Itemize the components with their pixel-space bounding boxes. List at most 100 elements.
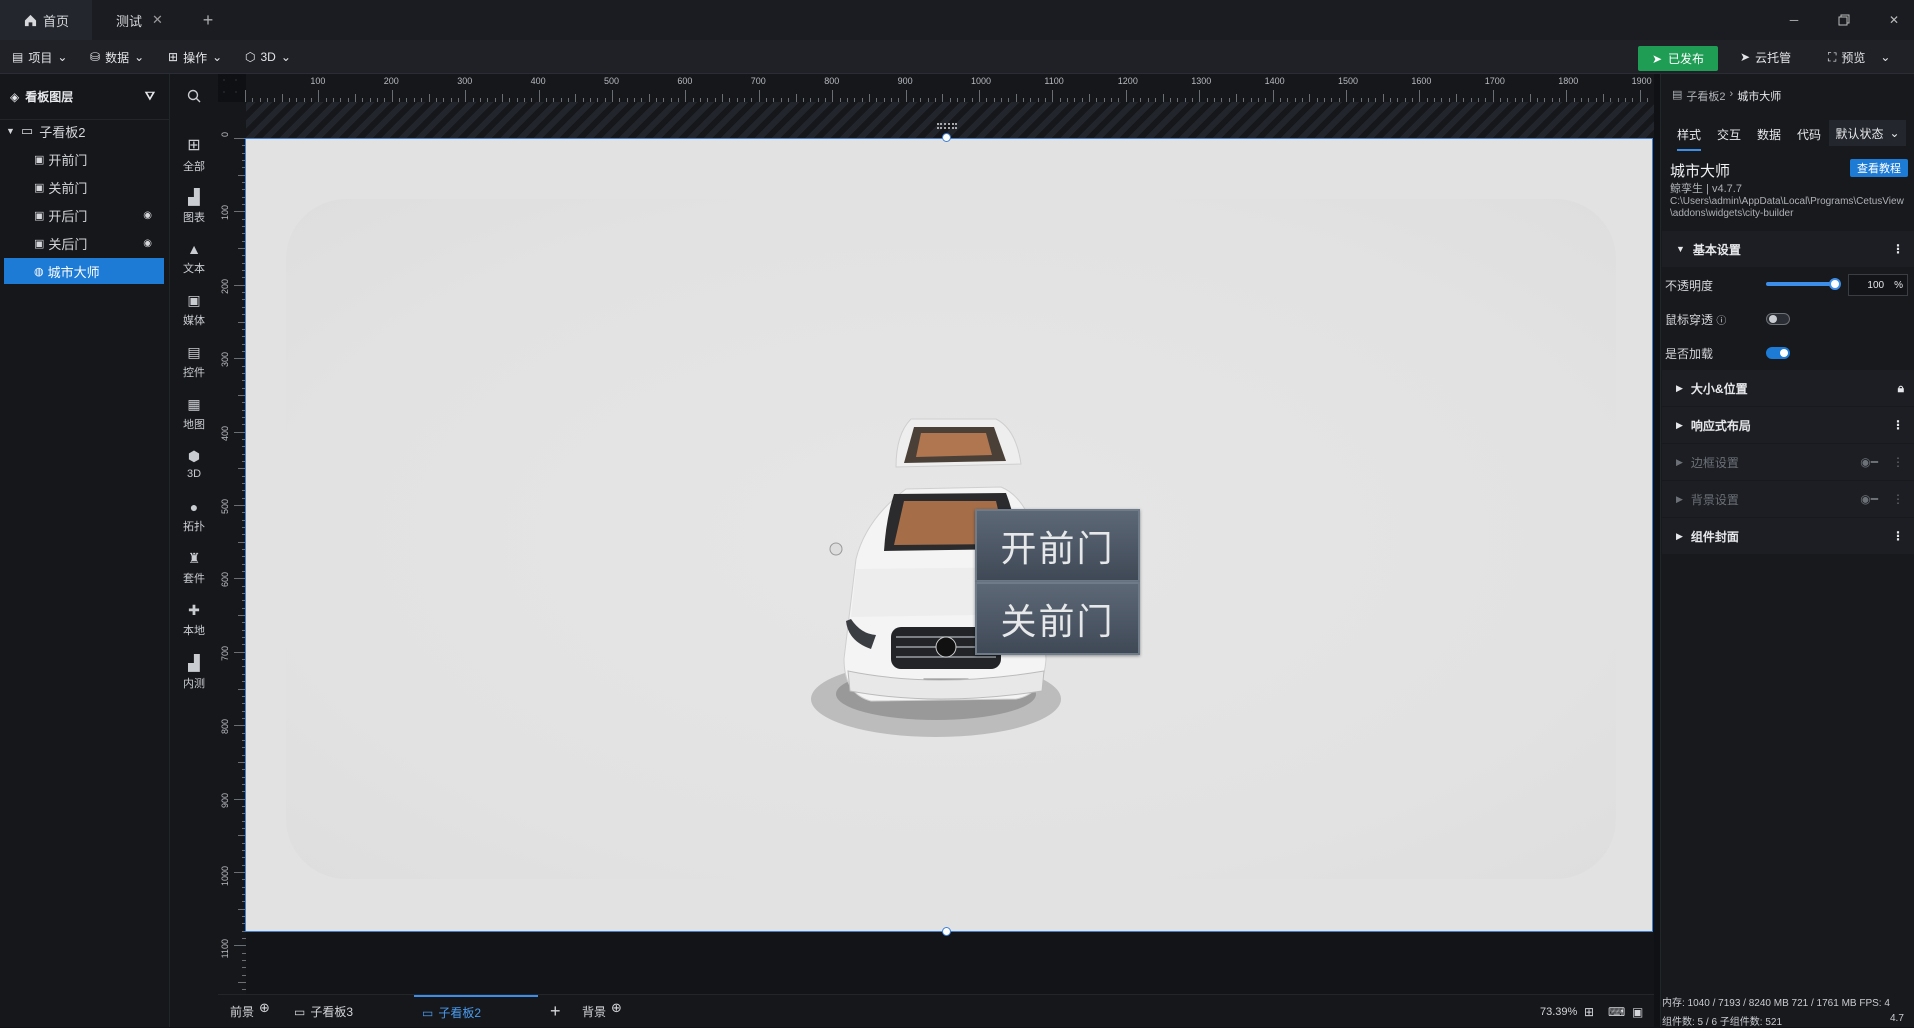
menu-operate[interactable]: ⊞ 操作 ⌄ [168, 40, 222, 74]
more-icon[interactable]: ⋮ [1892, 418, 1904, 432]
ruler-tick [685, 90, 687, 102]
ruler-label: 1000 [971, 76, 992, 86]
fit-screen-icon[interactable]: ⊞ [1584, 995, 1594, 1028]
layer-group[interactable]: ▼ ▭ 子看板2 [6, 118, 166, 144]
tab-code[interactable]: 代码 [1797, 126, 1821, 143]
tool-control[interactable]: ▤ 控件 [170, 338, 218, 386]
add-board-button[interactable]: + [550, 995, 561, 1028]
lock-icon[interactable]: 🔒︎ [1898, 381, 1904, 396]
layer-item[interactable]: ▣ 关后门 ◉ [4, 230, 164, 256]
opacity-unit: % [1894, 279, 1903, 291]
send-icon: ➤ [1651, 51, 1663, 66]
publish-button[interactable]: ➤ 已发布 [1638, 46, 1718, 71]
tool-local[interactable]: ✚ 本地 [170, 596, 218, 644]
tab-data[interactable]: 数据 [1757, 126, 1781, 143]
section-border[interactable]: ▶ 边框设置 ◉━ ⋮ [1662, 444, 1914, 480]
opacity-input[interactable]: 100% [1848, 274, 1908, 296]
close-front-door-button[interactable]: 关前门 [975, 582, 1140, 655]
layer-item-label: 关前门 [48, 180, 88, 196]
tool-topology[interactable]: ● 拓扑 [170, 492, 218, 540]
eye-hidden-icon[interactable]: ◉ [143, 210, 152, 221]
more-icon[interactable]: ⋮ [1892, 242, 1904, 256]
bar-chart-icon: ▟ [188, 654, 200, 672]
tab-home[interactable]: 首页 [0, 0, 92, 40]
zoom-level[interactable]: 73.39% [1540, 995, 1577, 1028]
opacity-slider-thumb[interactable] [1829, 278, 1841, 290]
opacity-slider-track[interactable] [1766, 282, 1836, 286]
menu-data[interactable]: ⛁ 数据 ⌄ [90, 40, 144, 74]
ruler-label: 800 [824, 76, 840, 86]
tab-board2[interactable]: ▭ 子看板2 [414, 995, 538, 1028]
filter-icon[interactable]: ⛛ [145, 89, 155, 104]
search-icon [187, 89, 201, 103]
layer-item[interactable]: ▣ 关前门 [4, 174, 164, 200]
ruler-tick [501, 94, 503, 102]
tab-board3[interactable]: ▭ 子看板3 [294, 995, 353, 1028]
ruler-tick [538, 90, 540, 102]
tool-media[interactable]: ▣ 媒体 [170, 286, 218, 334]
section-basic[interactable]: ▼ 基本设置 ⋮ [1662, 231, 1914, 267]
fullscreen-icon: ⛶ [1828, 49, 1837, 64]
ruler-tick [281, 94, 283, 102]
tab-foreground[interactable]: 前景 ⊕ [230, 995, 270, 1028]
component-toolbar: ⊞ 全部 ▟ 图表 ▲ 文本 ▣ 媒体 ▤ 控件 ▦ 地图 ⬢ 3D ● 拓扑 ♜ 套件 ✚ 本地 … [170, 74, 218, 1027]
tab-test[interactable]: 测试 ✕ [92, 0, 184, 40]
menu-project[interactable]: ▤ 项目 ⌄ [12, 40, 67, 74]
tool-3d[interactable]: ⬢ 3D [170, 440, 218, 488]
tab-background[interactable]: 背景 ⊕ [582, 995, 622, 1028]
resize-handle[interactable] [942, 927, 951, 936]
close-icon[interactable]: ✕ [152, 12, 163, 28]
load-toggle[interactable] [1766, 347, 1790, 359]
tool-chart[interactable]: ▟ 图表 [170, 182, 218, 230]
section-size-position[interactable]: ▶ 大小&位置 🔒︎ [1662, 370, 1914, 406]
mouse-pass-label: 鼠标穿透 ⓘ [1665, 311, 1726, 328]
state-select[interactable]: 默认状态 ⌄ [1829, 120, 1906, 146]
search-button[interactable] [170, 74, 218, 118]
border-toggle[interactable]: ◉━ [1860, 455, 1878, 469]
tool-text[interactable]: ▲ 文本 [170, 234, 218, 282]
chevron-right-icon: › [1729, 88, 1734, 100]
tutorial-button[interactable]: 查看教程 [1850, 159, 1908, 177]
database-icon: ⛁ [90, 50, 101, 64]
drag-handle[interactable] [937, 123, 957, 129]
close-window-button[interactable]: ✕ [1869, 0, 1914, 40]
mouse-pass-toggle[interactable] [1766, 313, 1790, 325]
caret-right-icon: ▶ [1676, 456, 1683, 467]
background-toggle[interactable]: ◉━ [1860, 492, 1878, 506]
keyboard-icon[interactable]: ⌨ [1608, 995, 1625, 1028]
restore-button[interactable] [1819, 0, 1869, 40]
section-cover[interactable]: ▶ 组件封面 ⋮ [1662, 518, 1914, 554]
more-icon[interactable]: ⋮ [1892, 492, 1904, 506]
tool-map[interactable]: ▦ 地图 [170, 390, 218, 438]
resize-handle[interactable] [942, 133, 951, 142]
section-background[interactable]: ▶ 背景设置 ◉━ ⋮ [1662, 481, 1914, 517]
eye-hidden-icon[interactable]: ◉ [143, 238, 152, 249]
layer-item[interactable]: ▣ 开后门 ◉ [4, 202, 164, 228]
tool-label: 文本 [183, 262, 205, 275]
layer-item[interactable]: ▣ 开前门 [4, 146, 164, 172]
more-icon[interactable]: ⋮ [1892, 455, 1904, 469]
puzzle-icon: ✚ [188, 602, 200, 618]
stage-board[interactable]: 开前门 关前门 [245, 138, 1653, 932]
terminal-icon[interactable]: ▣ [1632, 995, 1643, 1028]
cloud-button[interactable]: ➤ 云托管 [1740, 40, 1791, 74]
minimize-button[interactable]: ─ [1769, 0, 1819, 40]
preview-button[interactable]: ⛶ 预览 ⌄ [1828, 40, 1890, 74]
tool-beta[interactable]: ▟ 内测 [170, 648, 218, 696]
tool-kit[interactable]: ♜ 套件 [170, 544, 218, 592]
add-circle-icon[interactable]: ⊕ [611, 1000, 622, 1016]
ruler-tick [1419, 90, 1421, 102]
tool-all[interactable]: ⊞ 全部 [170, 130, 218, 178]
tab-style[interactable]: 样式 [1677, 126, 1702, 151]
board-icon: ▭ [20, 123, 34, 138]
breadcrumb-parent[interactable]: 子看板2 [1686, 88, 1725, 104]
more-icon[interactable]: ⋮ [1892, 529, 1904, 543]
topology-icon: ● [189, 498, 199, 515]
add-tab-button[interactable]: + [196, 0, 220, 40]
add-circle-icon[interactable]: ⊕ [259, 1000, 270, 1016]
menu-3d[interactable]: ⬡ 3D ⌄ [245, 40, 291, 74]
tab-interaction[interactable]: 交互 [1717, 126, 1741, 143]
section-responsive[interactable]: ▶ 响应式布局 ⋮ [1662, 407, 1914, 443]
layer-item-selected[interactable]: ◍ 城市大师 [4, 258, 164, 284]
open-front-door-button[interactable]: 开前门 [975, 509, 1140, 582]
